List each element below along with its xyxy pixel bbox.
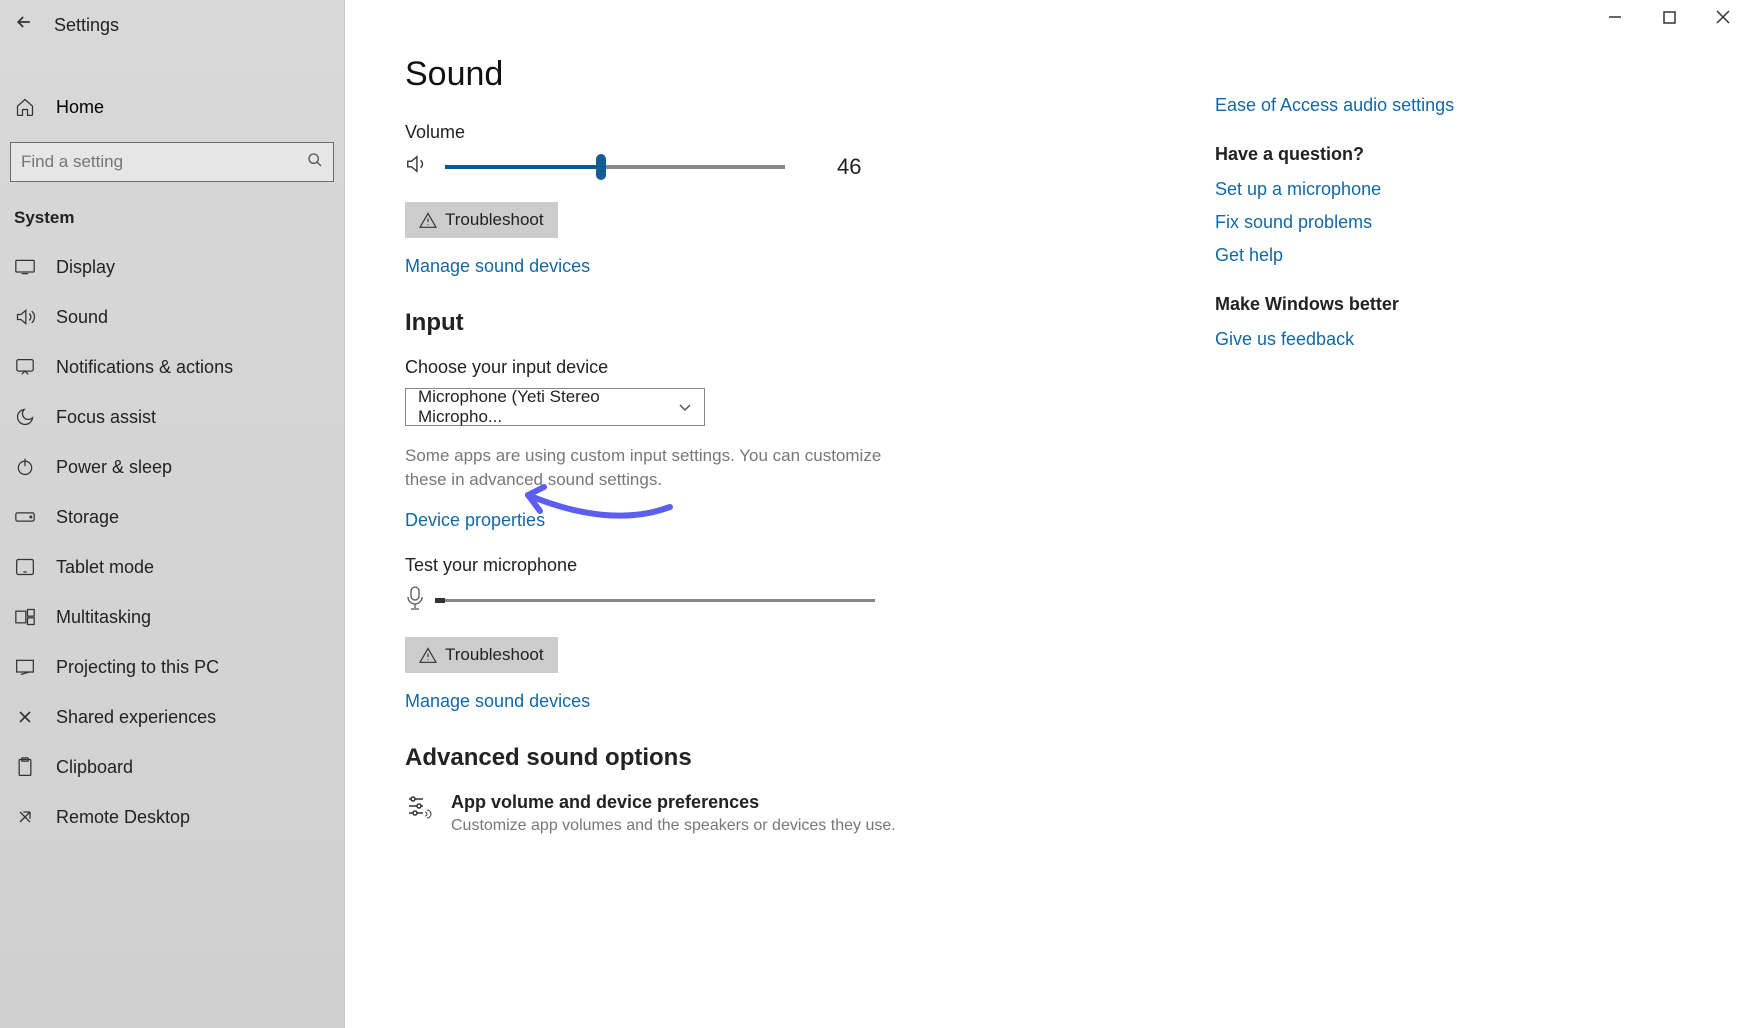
manage-sound-devices-link-output[interactable]: Manage sound devices — [405, 256, 590, 277]
sidebar-item-remote-desktop[interactable]: Remote Desktop — [0, 792, 344, 842]
remote-desktop-icon — [14, 806, 36, 828]
speaker-icon — [405, 153, 427, 180]
sidebar-item-notifications[interactable]: Notifications & actions — [0, 342, 344, 392]
microphone-icon — [405, 586, 425, 615]
dropdown-value: Microphone (Yeti Stereo Micropho... — [418, 387, 678, 427]
search-input[interactable] — [21, 152, 307, 172]
input-help-text: Some apps are using custom input setting… — [405, 444, 895, 492]
sidebar-item-sound[interactable]: Sound — [0, 292, 344, 342]
chevron-down-icon — [678, 397, 692, 417]
settings-sidebar: Settings Home System Display Sound Notif… — [0, 0, 345, 1028]
power-icon — [14, 456, 36, 478]
search-icon — [307, 152, 323, 173]
storage-icon — [14, 506, 36, 528]
sidebar-item-tablet-mode[interactable]: Tablet mode — [0, 542, 344, 592]
clipboard-icon — [14, 756, 36, 778]
maximize-icon — [1663, 11, 1676, 24]
manage-sound-devices-link-input[interactable]: Manage sound devices — [405, 691, 590, 712]
sidebar-item-shared-experiences[interactable]: Shared experiences — [0, 692, 344, 742]
sidebar-item-label: Multitasking — [56, 607, 151, 628]
minimize-button[interactable] — [1603, 8, 1627, 29]
moon-icon — [14, 406, 36, 428]
have-question-heading: Have a question? — [1215, 144, 1495, 165]
input-device-dropdown[interactable]: Microphone (Yeti Stereo Micropho... — [405, 388, 705, 426]
slider-fill — [445, 165, 601, 169]
sidebar-item-multitasking[interactable]: Multitasking — [0, 592, 344, 642]
sidebar-item-label: Clipboard — [56, 757, 133, 778]
right-panel: Ease of Access audio settings Have a que… — [1215, 55, 1515, 1028]
back-button[interactable] — [14, 12, 34, 38]
minimize-icon — [1608, 10, 1622, 24]
nav-list: Display Sound Notifications & actions Fo… — [0, 242, 344, 842]
sound-icon — [14, 306, 36, 328]
warning-icon — [419, 212, 437, 228]
mic-test-row — [405, 586, 1135, 615]
sidebar-item-label: Sound — [56, 307, 108, 328]
sidebar-item-label: Storage — [56, 507, 119, 528]
sidebar-item-label: Notifications & actions — [56, 357, 233, 378]
button-label: Troubleshoot — [445, 645, 544, 665]
sidebar-item-projecting[interactable]: Projecting to this PC — [0, 642, 344, 692]
sidebar-item-label: Display — [56, 257, 115, 278]
make-windows-better-heading: Make Windows better — [1215, 294, 1495, 315]
content-column: Sound Volume 46 Troubleshoot Manage soun… — [405, 55, 1135, 1028]
test-mic-label: Test your microphone — [405, 555, 1135, 576]
multitasking-icon — [14, 606, 36, 628]
app-volume-desc: Customize app volumes and the speakers o… — [451, 817, 896, 835]
warning-icon — [419, 647, 437, 663]
main-content: Sound Volume 46 Troubleshoot Manage soun… — [345, 0, 1750, 1028]
tablet-icon — [14, 556, 36, 578]
section-label: System — [0, 200, 344, 236]
input-heading: Input — [405, 309, 1135, 337]
search-box[interactable] — [10, 142, 334, 182]
window-controls — [1593, 3, 1745, 34]
slider-thumb[interactable] — [596, 154, 606, 180]
button-label: Troubleshoot — [445, 210, 544, 230]
sidebar-item-label: Projecting to this PC — [56, 657, 219, 678]
app-volume-row[interactable]: App volume and device preferences Custom… — [405, 792, 1135, 835]
notifications-icon — [14, 356, 36, 378]
sidebar-item-power-sleep[interactable]: Power & sleep — [0, 442, 344, 492]
give-feedback-link[interactable]: Give us feedback — [1215, 329, 1495, 350]
sidebar-item-label: Tablet mode — [56, 557, 154, 578]
close-button[interactable] — [1711, 8, 1735, 29]
home-nav[interactable]: Home — [0, 84, 344, 132]
mic-level-bar — [435, 599, 875, 602]
device-properties-link[interactable]: Device properties — [405, 510, 545, 531]
window-title: Settings — [54, 15, 119, 36]
advanced-heading: Advanced sound options — [405, 744, 1135, 772]
arrow-left-icon — [14, 12, 34, 32]
volume-row: 46 — [405, 153, 1135, 180]
app-volume-title: App volume and device preferences — [451, 792, 896, 813]
sliders-icon — [405, 792, 433, 825]
troubleshoot-input-button[interactable]: Troubleshoot — [405, 637, 558, 673]
volume-value: 46 — [837, 154, 861, 180]
sidebar-item-clipboard[interactable]: Clipboard — [0, 742, 344, 792]
maximize-button[interactable] — [1657, 8, 1681, 29]
shared-icon — [14, 706, 36, 728]
troubleshoot-output-button[interactable]: Troubleshoot — [405, 202, 558, 238]
home-label: Home — [56, 97, 104, 118]
page-title: Sound — [405, 55, 1135, 94]
volume-slider[interactable] — [445, 165, 785, 169]
close-icon — [1716, 10, 1730, 24]
project-icon — [14, 656, 36, 678]
fix-sound-problems-link[interactable]: Fix sound problems — [1215, 212, 1495, 233]
get-help-link[interactable]: Get help — [1215, 245, 1495, 266]
sidebar-item-focus-assist[interactable]: Focus assist — [0, 392, 344, 442]
sidebar-item-label: Power & sleep — [56, 457, 172, 478]
volume-label: Volume — [405, 122, 1135, 143]
sidebar-header: Settings — [0, 6, 344, 56]
ease-of-access-link[interactable]: Ease of Access audio settings — [1215, 95, 1495, 116]
sidebar-item-storage[interactable]: Storage — [0, 492, 344, 542]
choose-input-label: Choose your input device — [405, 357, 1135, 378]
display-icon — [14, 256, 36, 278]
setup-microphone-link[interactable]: Set up a microphone — [1215, 179, 1495, 200]
home-icon — [14, 96, 36, 118]
sidebar-item-display[interactable]: Display — [0, 242, 344, 292]
sidebar-item-label: Remote Desktop — [56, 807, 190, 828]
mic-level-fill — [435, 598, 445, 603]
sidebar-item-label: Shared experiences — [56, 707, 216, 728]
sidebar-item-label: Focus assist — [56, 407, 156, 428]
